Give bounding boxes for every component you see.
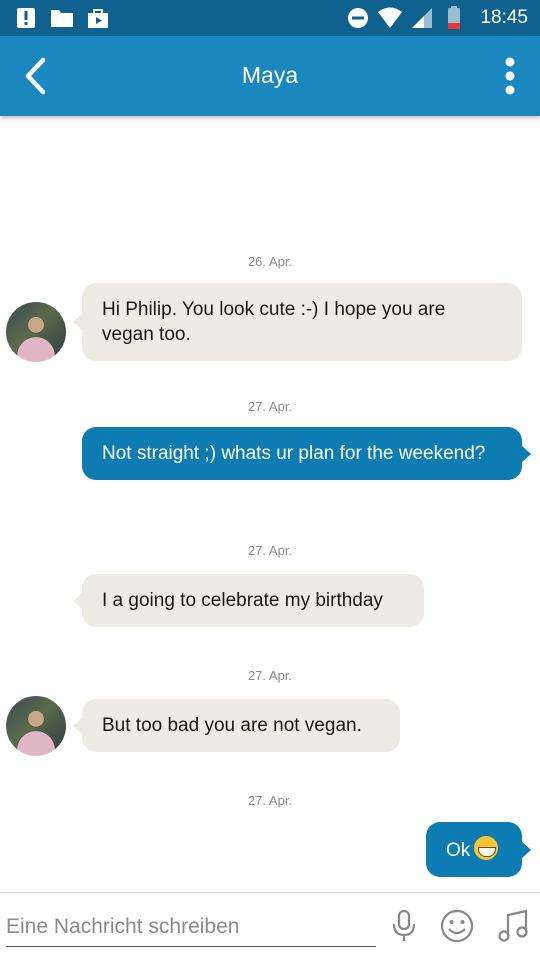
message-date: 26. Apr. [247, 254, 293, 269]
shopping-bag-icon [88, 9, 108, 28]
message-text: Ok [446, 840, 471, 861]
message-text: But too bad you are not vegan. [102, 715, 362, 736]
music-note-icon[interactable] [496, 908, 532, 944]
folder-icon [51, 10, 73, 27]
cellular-signal-icon [412, 8, 433, 28]
message-bubble-outgoing[interactable]: Ok [426, 822, 531, 877]
app-bar: Maya [0, 36, 540, 116]
message-text: Hi Philip. You look cute :-) I hope you … [102, 299, 446, 345]
status-time: 18:45 [480, 7, 528, 28]
message-bubble-incoming[interactable]: Hi Philip. You look cute :-) I hope you … [73, 283, 522, 361]
message-bubble-incoming[interactable]: I a going to celebrate my birthday [73, 574, 424, 627]
message-date: 27. Apr. [247, 543, 293, 558]
message-date: 27. Apr. [247, 668, 293, 683]
contact-avatar[interactable] [6, 302, 66, 362]
message-date: 27. Apr. [247, 399, 293, 414]
grinning-face-emoji [474, 836, 499, 860]
do-not-disturb-icon [348, 8, 369, 28]
microphone-icon[interactable] [386, 908, 422, 944]
conversation-title: Maya [241, 62, 299, 88]
contact-avatar[interactable] [6, 696, 66, 756]
message-bubble-incoming[interactable]: But too bad you are not vegan. [73, 699, 400, 752]
alert-icon [17, 8, 35, 28]
battery-low-icon [448, 6, 461, 29]
status-bar: 18:45 [0, 0, 540, 36]
message-text: Not straight ;) whats ur plan for the we… [102, 443, 486, 464]
message-composer [0, 892, 540, 960]
more-options-icon[interactable] [498, 56, 522, 96]
message-input[interactable] [6, 907, 376, 947]
message-bubble-outgoing[interactable]: Not straight ;) whats ur plan for the we… [82, 427, 531, 480]
message-list[interactable]: 26. Apr. Hi Philip. You look cute :-) I … [0, 116, 540, 892]
smiley-icon[interactable] [439, 908, 475, 944]
wifi-icon [378, 7, 403, 28]
message-date: 27. Apr. [247, 793, 293, 808]
message-text: I a going to celebrate my birthday [102, 590, 383, 611]
